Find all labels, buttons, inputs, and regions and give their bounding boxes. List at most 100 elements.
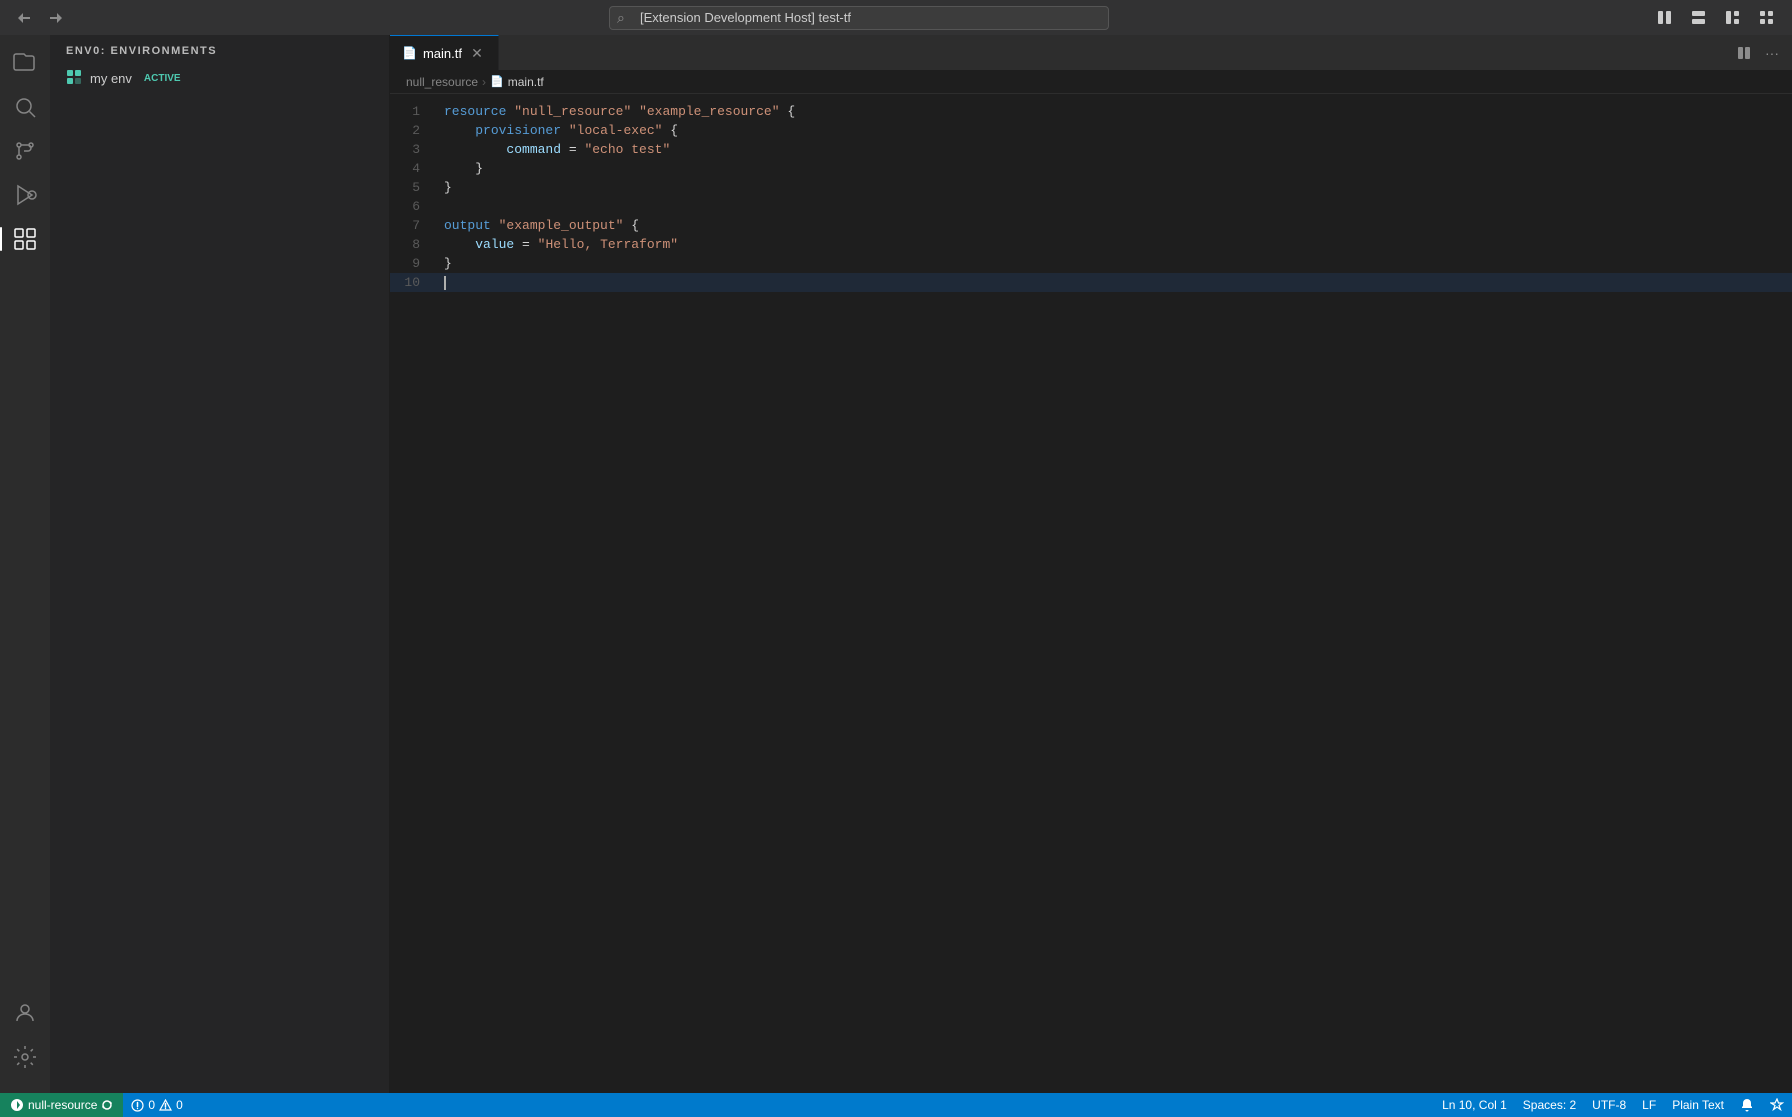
line-content-8: value = "Hello, Terraform" [440,235,1792,254]
main-layout: ENV0: ENVIRONMENTS my env ACTIVE 📄 main.… [0,35,1792,1093]
status-position[interactable]: Ln 10, Col 1 [1434,1093,1515,1117]
env-badge: ACTIVE [144,73,181,84]
breadcrumb-file[interactable]: 📄 main.tf [490,75,544,89]
sidebar-item-extensions[interactable] [5,219,45,259]
tab-main-tf[interactable]: 📄 main.tf ✕ [390,35,499,70]
status-bar: null-resource 0 0 Ln 10, Col [0,1093,1792,1117]
remote-icon [10,1098,24,1112]
line-content-2: provisioner "local-exec" { [440,121,1792,140]
line-num-7: 7 [390,216,440,235]
code-editor[interactable]: 1 resource "null_resource" "example_reso… [390,94,1792,1093]
status-encoding[interactable]: UTF-8 [1584,1093,1634,1117]
env-name: my env [90,71,132,86]
code-line-1: 1 resource "null_resource" "example_reso… [390,102,1792,121]
line-content-3: command = "echo test" [440,140,1792,159]
sidebar-item-account[interactable] [5,993,45,1033]
search-icon [13,95,37,119]
code-line-2: 2 provisioner "local-exec" { [390,121,1792,140]
line-num-2: 2 [390,121,440,140]
line-num-6: 6 [390,197,440,216]
settings-icon [13,1045,37,1069]
sidebar: ENV0: ENVIRONMENTS my env ACTIVE [50,35,390,1093]
source-control-icon [13,139,37,163]
status-language[interactable]: Plain Text [1664,1093,1732,1117]
status-left: null-resource 0 0 [0,1093,191,1117]
code-line-7: 7 output "example_output" { [390,216,1792,235]
code-line-6: 6 [390,197,1792,216]
line-num-3: 3 [390,140,440,159]
feedback-icon [1770,1098,1784,1112]
back-button[interactable] [12,6,36,30]
activity-bar-bottom [5,993,45,1085]
sidebar-item-explorer[interactable] [5,43,45,83]
status-errors[interactable]: 0 0 [123,1093,190,1117]
code-line-8: 8 value = "Hello, Terraform" [390,235,1792,254]
run-icon [13,183,37,207]
tab-bar: 📄 main.tf ✕ ··· [390,35,1792,70]
code-line-10: 10 [390,273,1792,292]
layout-toggle-button2[interactable] [1684,6,1712,30]
line-content-10 [440,273,1792,292]
breadcrumb: null_resource › 📄 main.tf [390,70,1792,94]
breadcrumb-file-icon: 📄 [490,75,504,88]
breadcrumb-separator: › [482,75,486,89]
title-search-area [609,6,1109,30]
tab-actions: ··· [1732,35,1792,70]
sidebar-item-run[interactable] [5,175,45,215]
error-count: 0 [148,1098,155,1112]
warning-count: 0 [176,1098,183,1112]
extensions-icon [13,227,37,251]
status-remote[interactable]: null-resource [0,1093,123,1117]
sidebar-item-source-control[interactable] [5,131,45,171]
tab-label: main.tf [423,46,462,61]
env-icon [66,69,82,88]
customize-layout-button[interactable] [1752,6,1780,30]
remote-label: null-resource [28,1098,97,1112]
more-actions-button[interactable]: ··· [1760,41,1784,65]
tab-close-button[interactable]: ✕ [468,44,486,62]
line-num-9: 9 [390,254,440,273]
env-item[interactable]: my env ACTIVE [50,65,389,92]
layout-toggle-button3[interactable] [1718,6,1746,30]
status-right: Ln 10, Col 1 Spaces: 2 UTF-8 LF Plain Te… [1434,1093,1792,1117]
line-content-5: } [440,178,1792,197]
warning-icon [159,1099,172,1112]
sidebar-header: ENV0: ENVIRONMENTS [50,35,389,65]
sidebar-item-settings[interactable] [5,1037,45,1077]
forward-button[interactable] [44,6,68,30]
text-cursor [444,276,446,290]
code-line-5: 5 } [390,178,1792,197]
line-num-8: 8 [390,235,440,254]
code-line-9: 9 } [390,254,1792,273]
line-ending-label: LF [1642,1098,1656,1112]
code-line-3: 3 command = "echo test" [390,140,1792,159]
line-content-7: output "example_output" { [440,216,1792,235]
code-line-4: 4 } [390,159,1792,178]
sidebar-item-search[interactable] [5,87,45,127]
nav-buttons [12,6,68,30]
status-feedback[interactable] [1762,1093,1792,1117]
activity-bar-top [5,43,45,993]
editor-area: 📄 main.tf ✕ ··· null_resource › 📄 main.t… [390,35,1792,1093]
line-content-9: } [440,254,1792,273]
position-label: Ln 10, Col 1 [1442,1098,1507,1112]
line-num-4: 4 [390,159,440,178]
sync-icon [101,1099,113,1111]
status-line-ending[interactable]: LF [1634,1093,1664,1117]
title-search-input[interactable] [609,6,1109,30]
breadcrumb-folder[interactable]: null_resource [406,75,478,89]
title-bar [0,0,1792,35]
activity-bar [0,35,50,1093]
encoding-label: UTF-8 [1592,1098,1626,1112]
files-icon [13,51,37,75]
account-icon [13,1001,37,1025]
line-content-6 [440,197,1792,216]
spaces-label: Spaces: 2 [1523,1098,1576,1112]
notifications-icon [1740,1098,1754,1112]
line-num-5: 5 [390,178,440,197]
status-spaces[interactable]: Spaces: 2 [1515,1093,1584,1117]
status-notifications[interactable] [1732,1093,1762,1117]
split-editor-button[interactable] [1732,41,1756,65]
language-label: Plain Text [1672,1098,1724,1112]
layout-toggle-button1[interactable] [1650,6,1678,30]
